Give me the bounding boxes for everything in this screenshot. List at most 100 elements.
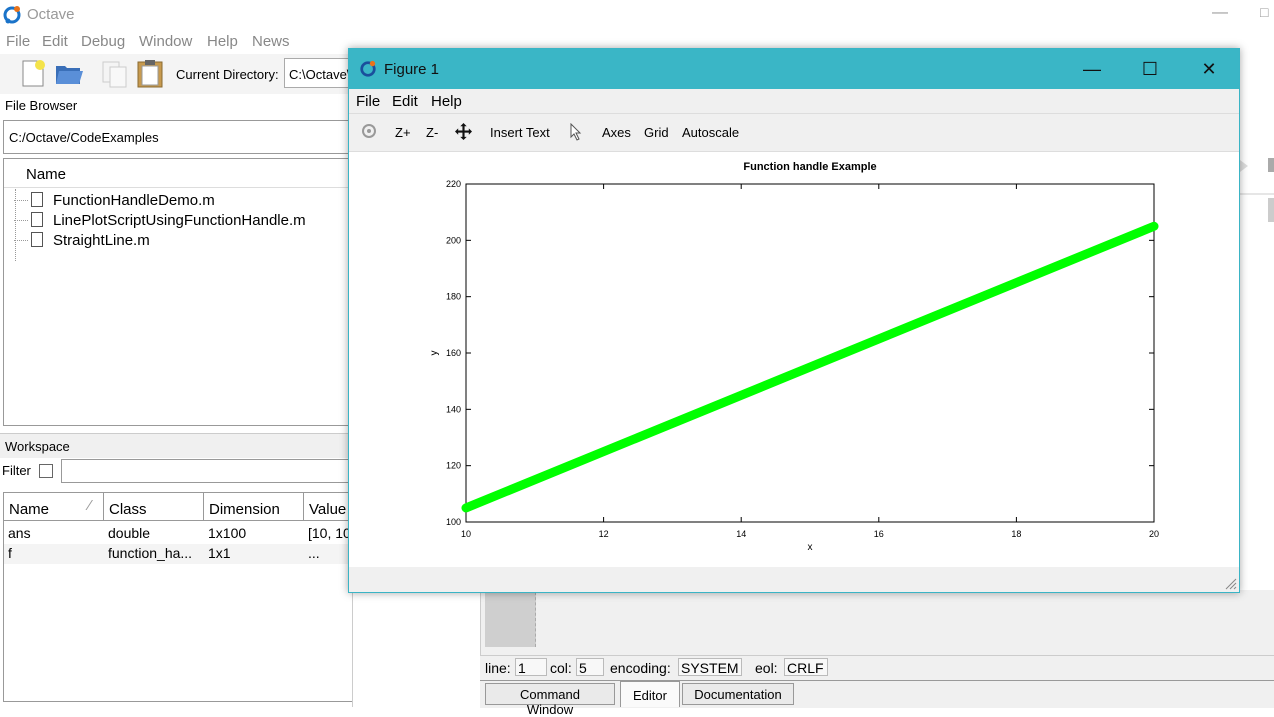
tab-editor[interactable]: Editor <box>620 681 680 707</box>
file-icon <box>31 192 43 207</box>
new-file-icon[interactable] <box>18 58 48 88</box>
workspace-table[interactable]: Name ⁄ Class Dimension Value ans double … <box>3 492 353 702</box>
maximize-button[interactable]: □ <box>1260 4 1274 24</box>
menu-news[interactable]: News <box>252 33 290 50</box>
main-title-bar: Octave — □ <box>0 0 1274 30</box>
file-browser-column-header[interactable]: Name <box>4 159 352 188</box>
figure-close-button[interactable]: ✕ <box>1197 57 1221 81</box>
zoom-in-button[interactable]: Z+ <box>395 125 411 140</box>
table-row[interactable]: ans double 1x100 [10, 10 <box>4 524 352 544</box>
file-item[interactable]: StraightLine.m <box>14 230 354 250</box>
line-value: 1 <box>515 658 547 676</box>
cell-dimension: 1x1 <box>208 545 231 561</box>
pan-icon[interactable] <box>455 123 472 140</box>
filter-input[interactable] <box>61 459 353 483</box>
file-browser-list[interactable]: Name FunctionHandleDemo.m LinePlotScript… <box>3 158 353 426</box>
file-icon <box>31 232 43 247</box>
scrollbar[interactable] <box>1268 198 1274 222</box>
x-axis-label: x <box>808 542 813 553</box>
insert-text-button[interactable]: Insert Text <box>490 125 550 140</box>
encoding-value: SYSTEM <box>678 658 742 676</box>
cell-dimension: 1x100 <box>208 525 247 541</box>
x-tick-label: 12 <box>599 529 609 539</box>
column-header-name[interactable]: Name ⁄ <box>4 493 104 521</box>
chart-title: Function handle Example <box>743 161 876 173</box>
column-header-class[interactable]: Class <box>104 493 204 521</box>
y-tick-label: 140 <box>446 404 461 414</box>
y-axis-label: y <box>429 351 440 356</box>
figure-menu-edit[interactable]: Edit <box>392 93 418 110</box>
app-title: Octave <box>27 6 75 23</box>
figure-window[interactable]: Figure 1 — ☐ ✕ File Edit Help Z+ Z- Inse… <box>348 48 1240 593</box>
eol-value: CRLF <box>784 658 828 676</box>
minimize-button[interactable]: — <box>1210 4 1230 24</box>
menu-window[interactable]: Window <box>139 33 192 50</box>
encoding-label: encoding: <box>610 660 671 676</box>
pointer-icon[interactable] <box>569 123 583 141</box>
col-label: col: <box>550 660 572 676</box>
col-value: 5 <box>576 658 604 676</box>
y-tick-label: 200 <box>446 235 461 245</box>
file-icon <box>31 212 43 227</box>
table-row[interactable]: f function_ha... 1x1 ... <box>4 544 352 564</box>
filter-label: Filter <box>2 463 31 478</box>
current-directory-label: Current Directory: <box>176 67 279 82</box>
menu-file[interactable]: File <box>6 33 30 50</box>
axes-button[interactable]: Axes <box>602 125 631 140</box>
file-item[interactable]: LinePlotScriptUsingFunctionHandle.m <box>14 210 354 230</box>
rotate-icon[interactable] <box>361 123 377 139</box>
y-tick-label: 160 <box>446 348 461 358</box>
column-label: Value <box>309 501 347 518</box>
column-label: Name <box>9 501 50 518</box>
run-icon[interactable] <box>1240 160 1248 172</box>
file-browser-path-input[interactable]: C:/Octave/CodeExamples <box>3 120 353 154</box>
file-label: StraightLine.m <box>53 232 150 249</box>
tab-documentation[interactable]: Documentation <box>682 683 794 705</box>
figure-minimize-button[interactable]: — <box>1080 57 1104 81</box>
tree-branch <box>14 240 28 241</box>
plot-area[interactable]: Function handle Example 10 12 14 16 18 20 100 1… <box>349 152 1239 567</box>
editor-statusbar: line: 1 col: 5 encoding: SYSTEM eol: CRL… <box>480 655 1274 680</box>
copy-icon[interactable] <box>100 58 130 88</box>
x-tick-label: 20 <box>1149 529 1159 539</box>
figure-canvas[interactable]: Function handle Example 10 12 14 16 18 20 100 1… <box>349 152 1239 567</box>
line-label: line: <box>485 660 511 676</box>
resize-grip-icon[interactable] <box>1225 578 1237 590</box>
menu-debug[interactable]: Debug <box>81 33 125 50</box>
dock-tabs: Command Window Editor Documentation <box>480 680 1274 717</box>
autoscale-button[interactable]: Autoscale <box>682 125 739 140</box>
figure-menubar: File Edit Help <box>349 89 1239 114</box>
file-label: LinePlotScriptUsingFunctionHandle.m <box>53 212 306 229</box>
workspace-header: Workspace <box>0 433 352 458</box>
tab-command-window[interactable]: Command Window <box>485 683 615 717</box>
cell-class: double <box>108 525 151 541</box>
tree-branch <box>14 200 28 201</box>
figure-statusbar <box>349 567 1239 592</box>
figure-menu-help[interactable]: Help <box>431 93 462 110</box>
grid-button[interactable]: Grid <box>644 125 669 140</box>
scroll-handle[interactable] <box>1268 158 1274 172</box>
figure-menu-file[interactable]: File <box>356 93 380 110</box>
current-directory-input[interactable]: C:\Octave\ <box>284 58 354 88</box>
eol-label: eol: <box>755 660 778 676</box>
y-tick-label: 220 <box>446 179 461 189</box>
figure-maximize-button[interactable]: ☐ <box>1138 57 1162 81</box>
figure-title-bar[interactable]: Figure 1 — ☐ ✕ <box>349 49 1239 89</box>
menu-help[interactable]: Help <box>207 33 238 50</box>
cell-name: f <box>8 545 12 561</box>
open-folder-icon[interactable] <box>54 58 84 88</box>
column-header-value[interactable]: Value <box>304 493 352 521</box>
column-header-dimension[interactable]: Dimension <box>204 493 304 521</box>
zoom-out-button[interactable]: Z- <box>426 125 438 140</box>
cell-name: ans <box>8 525 31 541</box>
x-tick-label: 16 <box>874 529 884 539</box>
paste-icon[interactable] <box>135 58 165 88</box>
column-name-label: Name <box>26 166 67 183</box>
column-label: Class <box>109 501 147 518</box>
axes-box <box>465 183 1155 523</box>
menu-edit[interactable]: Edit <box>42 33 68 50</box>
filter-checkbox[interactable] <box>39 464 53 478</box>
octave-logo-icon <box>3 6 21 24</box>
sort-indicator-icon: ⁄ <box>88 497 91 514</box>
file-item[interactable]: FunctionHandleDemo.m <box>14 190 354 210</box>
